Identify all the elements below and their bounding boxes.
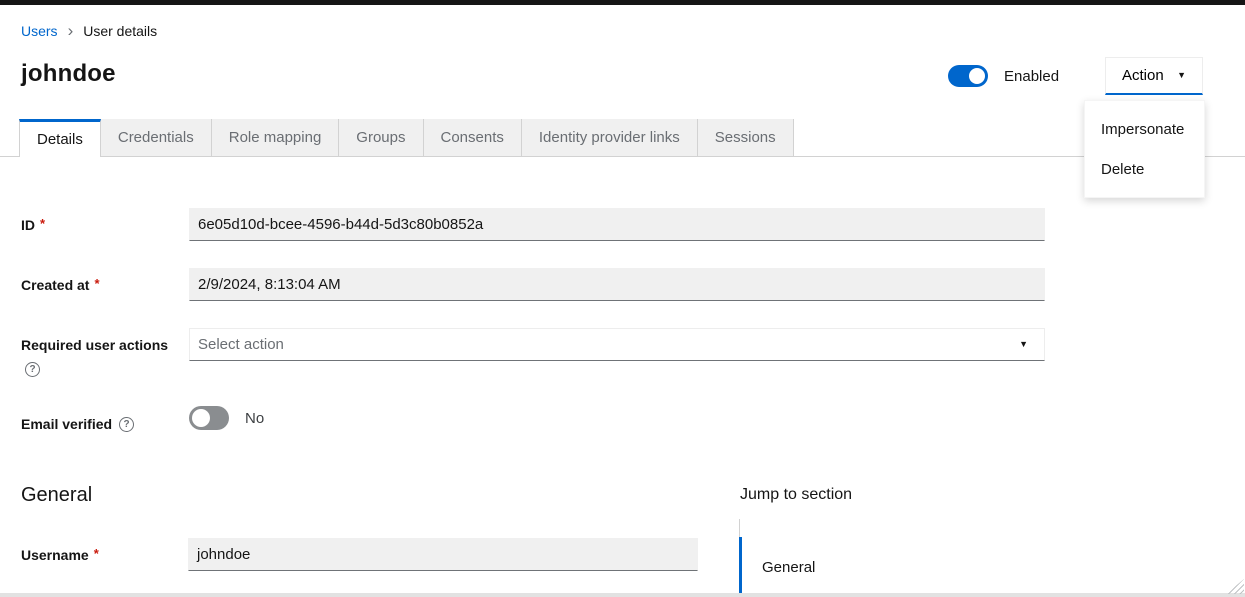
masthead-bottom-bar: [0, 0, 1245, 5]
required-user-actions-select[interactable]: Select action ▼: [189, 328, 1045, 361]
tab-groups[interactable]: Groups: [339, 119, 423, 156]
toggle-knob: [192, 409, 210, 427]
menu-item-impersonate[interactable]: Impersonate: [1085, 109, 1204, 149]
action-dropdown-menu: Impersonate Delete: [1084, 100, 1205, 198]
label-text: Email verified: [21, 416, 112, 432]
caret-down-icon: ▼: [1177, 71, 1186, 80]
breadcrumb-link-users[interactable]: Users: [21, 23, 58, 39]
jump-link-general[interactable]: General: [739, 537, 815, 597]
required-user-actions-label: Required user actions: [21, 337, 168, 353]
action-dropdown-button[interactable]: Action ▼: [1105, 57, 1203, 95]
required-indicator: *: [94, 546, 99, 561]
breadcrumb: Users › User details: [21, 23, 157, 39]
email-verified-toggle[interactable]: [189, 406, 229, 430]
created-at-value: 2/9/2024, 8:13:04 AM: [198, 276, 341, 293]
username-field-label: Username *: [21, 547, 99, 563]
tab-sessions[interactable]: Sessions: [698, 119, 794, 156]
label-text: Required user actions: [21, 337, 168, 353]
breadcrumb-current: User details: [83, 23, 157, 39]
label-text: Username: [21, 547, 89, 563]
bottom-border: [0, 593, 1245, 597]
menu-item-delete[interactable]: Delete: [1085, 149, 1204, 189]
email-verified-value: No: [245, 410, 264, 427]
action-button-label: Action: [1122, 67, 1164, 84]
enabled-toggle[interactable]: [948, 65, 988, 87]
tab-credentials[interactable]: Credentials: [101, 119, 212, 156]
required-indicator: *: [40, 216, 45, 231]
id-field-label: ID *: [21, 217, 45, 233]
general-section-heading: General: [21, 484, 92, 507]
required-indicator: *: [94, 276, 99, 291]
id-value: 6e05d10d-bcee-4596-b44d-5d3c80b0852a: [198, 216, 483, 233]
jump-to-section-heading: Jump to section: [740, 486, 852, 504]
username-input[interactable]: johndoe: [188, 538, 698, 571]
tab-consents[interactable]: Consents: [424, 119, 522, 156]
label-text: Created at: [21, 277, 89, 293]
chevron-right-icon: ›: [68, 24, 74, 38]
created-at-field-label: Created at *: [21, 277, 100, 293]
jump-nav-rail: [739, 519, 740, 537]
caret-down-icon: ▼: [1019, 340, 1028, 349]
tab-bar: Details Credentials Role mapping Groups …: [19, 119, 794, 157]
created-at-input[interactable]: 2/9/2024, 8:13:04 AM: [189, 268, 1045, 301]
resize-grip-icon[interactable]: [1226, 579, 1244, 594]
username-value: johndoe: [197, 546, 250, 563]
help-icon[interactable]: ?: [25, 362, 40, 377]
toggle-knob: [969, 68, 985, 84]
page-title: johndoe: [21, 60, 116, 88]
enabled-toggle-label: Enabled: [1004, 68, 1059, 85]
tab-identity-provider-links[interactable]: Identity provider links: [522, 119, 698, 156]
select-placeholder: Select action: [198, 336, 284, 353]
id-input[interactable]: 6e05d10d-bcee-4596-b44d-5d3c80b0852a: [189, 208, 1045, 241]
help-icon[interactable]: ?: [119, 417, 134, 432]
tab-details[interactable]: Details: [19, 119, 101, 157]
label-text: ID: [21, 217, 35, 233]
tab-role-mapping[interactable]: Role mapping: [212, 119, 340, 156]
email-verified-label: Email verified ?: [21, 416, 134, 432]
